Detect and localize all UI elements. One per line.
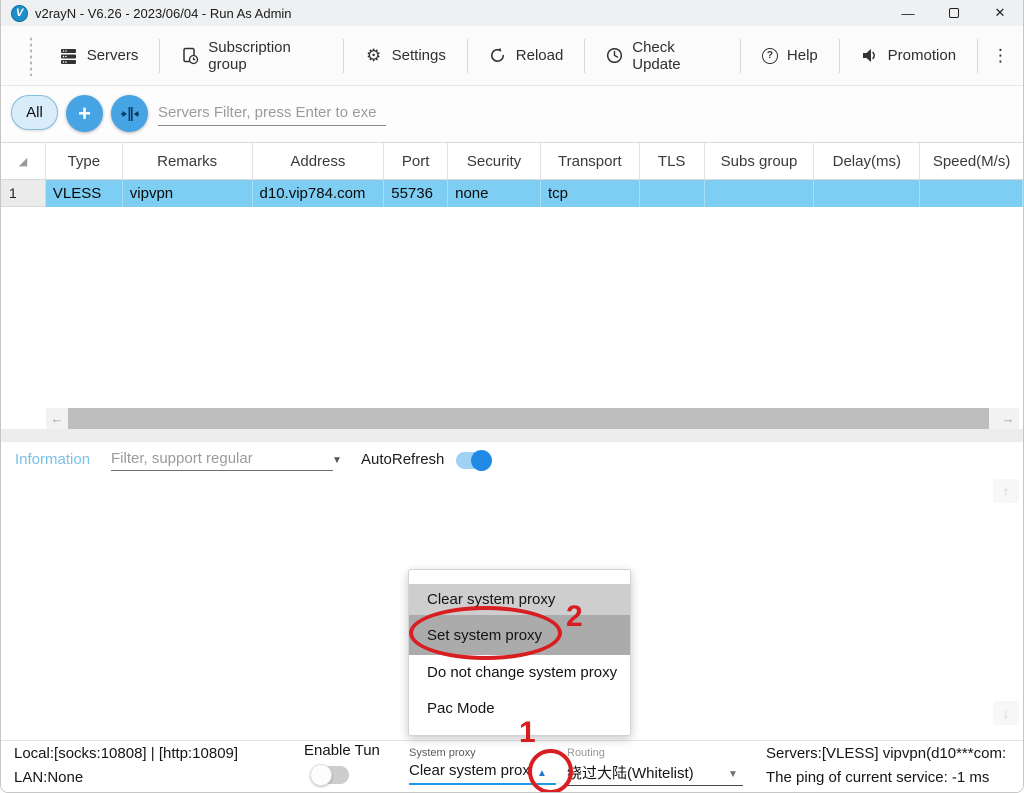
cell-type[interactable]: VLESS <box>46 180 123 207</box>
more-menu-button[interactable]: ⋮ <box>978 46 1023 66</box>
servers-menu-label: Servers <box>87 47 139 64</box>
enable-tun-toggle[interactable] <box>311 766 349 784</box>
routing-label: Routing <box>567 747 605 759</box>
table-row[interactable]: 1 VLESS vipvpn d10.vip784.com 55736 none… <box>1 180 1023 207</box>
cell-tls[interactable] <box>640 180 705 207</box>
message-filter-input[interactable] <box>111 446 333 471</box>
enable-tun-label: Enable Tun <box>304 742 380 759</box>
main-toolbar: Servers Subscription group ⚙ Settings Re… <box>1 26 1023 86</box>
settings-label: Settings <box>392 47 446 64</box>
cell-port[interactable]: 55736 <box>384 180 448 207</box>
gear-icon: ⚙ <box>365 47 383 65</box>
horizontal-scrollbar[interactable]: ← → <box>46 408 1019 429</box>
column-header-type[interactable]: Type <box>46 143 123 179</box>
window-title: v2rayN - V6.26 - 2023/06/04 - Run As Adm… <box>35 6 292 21</box>
maximize-button[interactable] <box>931 0 977 26</box>
column-header-subs-group[interactable]: Subs group <box>705 143 815 179</box>
help-button[interactable]: ? Help <box>741 26 839 85</box>
column-resize-button[interactable] <box>111 95 148 132</box>
reload-label: Reload <box>516 47 564 64</box>
promotion-label: Promotion <box>888 47 956 64</box>
app-logo-icon: V <box>11 5 28 22</box>
scroll-right-icon[interactable]: → <box>997 408 1019 429</box>
lan-text: LAN:None <box>14 769 83 786</box>
check-update-button[interactable]: Check Update <box>585 26 740 85</box>
reload-icon <box>489 47 507 65</box>
column-header-remarks[interactable]: Remarks <box>123 143 253 179</box>
servers-menu-button[interactable]: Servers <box>39 26 160 85</box>
row-index-cell[interactable]: 1 <box>1 180 46 207</box>
subscription-icon <box>181 47 199 65</box>
minimize-button[interactable]: — <box>885 0 931 26</box>
promotion-button[interactable]: Promotion <box>840 26 977 85</box>
panel-splitter[interactable] <box>1 429 1023 442</box>
table-header-row: ◢ Type Remarks Address Port Security Tra… <box>1 143 1023 180</box>
app-window: V v2rayN - V6.26 - 2023/06/04 - Run As A… <box>0 0 1024 793</box>
toggle-knob <box>310 764 332 786</box>
annotation-ellipse-step2 <box>409 606 562 660</box>
menu-item-do-not-change-system-proxy[interactable]: Do not change system proxy <box>409 655 630 690</box>
maximize-icon <box>949 8 959 18</box>
close-button[interactable]: ✕ <box>977 0 1023 26</box>
cell-delay[interactable] <box>814 180 920 207</box>
routing-dropdown[interactable]: 绕过大陆(Whitelist) <box>567 762 743 786</box>
settings-button[interactable]: ⚙ Settings <box>344 26 467 85</box>
annotation-number-1: 1 <box>519 716 536 750</box>
scrollbar-thumb[interactable] <box>68 408 989 429</box>
server-table: ◢ Type Remarks Address Port Security Tra… <box>1 142 1023 408</box>
panel-scroll-down-icon[interactable]: ↓ <box>993 701 1019 725</box>
scroll-left-icon[interactable]: ← <box>46 408 68 429</box>
annotation-circle-step1 <box>528 749 573 793</box>
column-header-address[interactable]: Address <box>253 143 385 179</box>
annotation-number-2: 2 <box>566 600 583 634</box>
information-title: Information <box>15 451 90 468</box>
ping-status-text: The ping of current service: -1 ms <box>766 769 989 786</box>
column-header-transport[interactable]: Transport <box>541 143 640 179</box>
cell-subs-group[interactable] <box>705 180 815 207</box>
toggle-knob <box>471 450 492 471</box>
check-update-label: Check Update <box>632 39 719 73</box>
local-ports-text: Local:[socks:10808] | [http:10809] <box>14 745 238 762</box>
cell-address[interactable]: d10.vip784.com <box>253 180 385 207</box>
servers-filter-input[interactable] <box>158 100 386 126</box>
information-bar: Information ▼ AutoRefresh <box>1 442 1023 478</box>
subscription-group-button[interactable]: Subscription group <box>160 26 342 85</box>
column-header-tls[interactable]: TLS <box>640 143 705 179</box>
subscription-group-label: Subscription group <box>208 39 321 73</box>
autorefresh-label: AutoRefresh <box>361 451 444 468</box>
toolbar-grip[interactable] <box>29 36 33 76</box>
cell-speed[interactable] <box>920 180 1023 207</box>
column-header-security[interactable]: Security <box>448 143 541 179</box>
select-all-corner[interactable]: ◢ <box>1 143 46 179</box>
panel-scroll-up-icon[interactable]: ↑ <box>993 479 1019 503</box>
cell-transport[interactable]: tcp <box>541 180 640 207</box>
column-resize-icon <box>121 106 139 122</box>
column-header-delay[interactable]: Delay(ms) <box>814 143 920 179</box>
sort-corner-icon: ◢ <box>19 155 27 168</box>
chevron-down-icon[interactable]: ▼ <box>332 455 342 466</box>
help-label: Help <box>787 47 818 64</box>
system-proxy-label: System proxy <box>409 747 476 759</box>
help-icon: ? <box>762 48 778 64</box>
column-header-port[interactable]: Port <box>384 143 448 179</box>
title-bar: V v2rayN - V6.26 - 2023/06/04 - Run As A… <box>1 0 1023 26</box>
add-group-button[interactable]: + <box>66 95 103 132</box>
group-all-button[interactable]: All <box>11 95 58 130</box>
reload-button[interactable]: Reload <box>468 26 585 85</box>
status-bar: Local:[socks:10808] | [http:10809] LAN:N… <box>1 740 1023 792</box>
check-update-icon <box>606 47 623 65</box>
cell-remarks[interactable]: vipvpn <box>123 180 253 207</box>
server-filter-bar: All + <box>1 86 1023 142</box>
cell-security[interactable]: none <box>448 180 541 207</box>
current-server-text: Servers:[VLESS] vipvpn(d10***com: <box>766 745 1006 762</box>
servers-icon <box>60 47 78 65</box>
promotion-icon <box>861 47 879 65</box>
chevron-down-icon[interactable]: ▼ <box>728 769 738 780</box>
autorefresh-toggle[interactable] <box>456 452 490 469</box>
column-header-speed[interactable]: Speed(M/s) <box>920 143 1023 179</box>
